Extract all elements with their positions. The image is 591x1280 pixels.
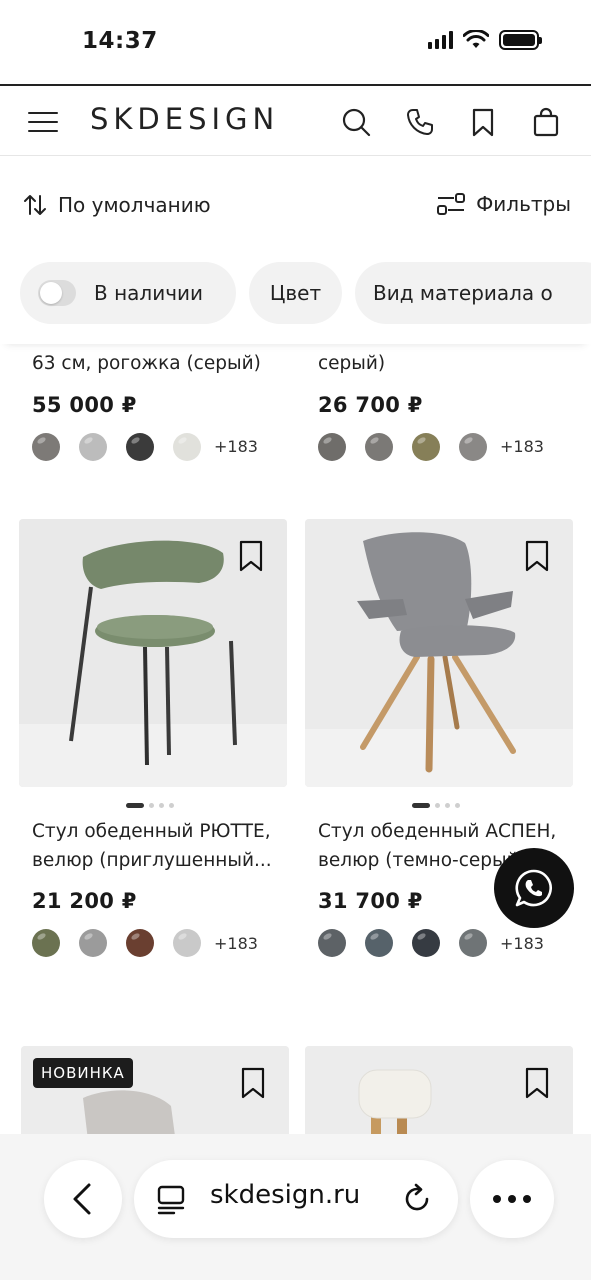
browser-back-button[interactable] [44,1160,122,1238]
whatsapp-icon [515,869,552,907]
sort-label: По умолчанию [58,193,211,217]
status-bar: 14:37 [0,0,591,84]
status-icons [428,30,542,50]
product-image[interactable]: НОВИНКА [21,1046,289,1134]
product-title[interactable]: Стул обеденный РЮТТЕ, велюр (приглушенны… [32,818,282,875]
wifi-icon [463,30,489,48]
material-chip-label: Вид материала о [373,281,553,305]
more-dots-icon [493,1195,531,1203]
color-swatch[interactable] [79,432,107,461]
bookmark-icon[interactable] [237,539,265,573]
color-swatch[interactable] [365,929,393,957]
color-swatches: +183 [318,432,586,461]
in-stock-toggle[interactable] [38,280,76,306]
color-swatch[interactable] [459,432,487,461]
phone-icon[interactable] [404,106,436,138]
filter-chips: В наличии Цвет Вид материала о [0,256,591,344]
sort-button[interactable]: По умолчанию [22,192,211,218]
product-card[interactable]: 63 см, рогожка (серый) 55 000 ₽ +183 [32,350,300,461]
chevron-left-icon [73,1183,91,1215]
more-colors-count[interactable]: +183 [214,934,258,953]
product-grid: 63 см, рогожка (серый) 55 000 ₽ +183 сер… [0,344,591,1134]
color-swatches: +183 [32,432,300,461]
color-chip-label: Цвет [269,281,322,305]
product-image[interactable] [19,519,287,787]
signal-icon [428,31,453,49]
color-swatch[interactable] [318,929,346,957]
browser-more-button[interactable] [470,1160,554,1238]
image-carousel-dots[interactable] [126,803,174,808]
url-text: skdesign.ru [210,1180,361,1210]
color-swatches: +183 [318,929,568,957]
address-bar[interactable]: skdesign.ru [134,1160,458,1238]
menu-icon[interactable] [28,110,60,132]
bookmark-icon[interactable] [467,106,499,138]
filter-sliders-icon [437,193,466,215]
status-time: 14:37 [82,28,158,54]
product-price: 26 700 ₽ [318,392,423,417]
bookmark-icon[interactable] [523,1066,551,1100]
product-image[interactable] [305,519,573,787]
product-image[interactable] [305,1046,573,1134]
filters-label: Фильтры [476,192,571,216]
color-swatch[interactable] [79,929,107,957]
more-colors-count[interactable]: +183 [500,934,544,953]
product-title[interactable]: 63 см, рогожка (серый) [32,350,300,379]
product-title[interactable]: серый) [318,350,586,379]
browser-toolbar: skdesign.ru [0,1134,591,1280]
color-swatch[interactable] [459,929,487,957]
sort-arrows-icon [24,195,46,215]
color-swatch[interactable] [173,929,201,957]
reader-icon [157,1185,185,1215]
product-card[interactable]: серый) 26 700 ₽ +183 [318,350,586,461]
material-chip[interactable]: Вид материала о [355,262,591,324]
bookmark-icon[interactable] [239,1066,267,1100]
whatsapp-button[interactable] [494,848,574,928]
color-swatch[interactable] [126,929,154,957]
sort-filter-row: По умолчанию Фильтры [0,156,591,256]
bag-icon[interactable] [530,106,562,138]
color-swatch[interactable] [412,929,440,957]
color-swatch[interactable] [32,929,60,957]
site-header: SKDESIGN [0,84,591,156]
color-swatch[interactable] [365,432,393,461]
search-icon[interactable] [340,106,372,138]
color-swatch[interactable] [173,432,201,461]
product-price: 21 200 ₽ [32,889,137,913]
new-badge: НОВИНКА [33,1058,133,1088]
color-swatch[interactable] [32,432,60,461]
reload-icon[interactable] [400,1182,434,1216]
site-logo[interactable]: SKDESIGN [90,102,279,136]
filters-button[interactable]: Фильтры [436,192,571,216]
in-stock-chip[interactable]: В наличии [20,262,236,324]
color-chip[interactable]: Цвет [249,262,342,324]
image-carousel-dots[interactable] [412,803,460,808]
product-card[interactable]: Стул обеденный РЮТТЕ, велюр (приглушенны… [32,818,282,957]
battery-icon [499,30,542,50]
more-colors-count[interactable]: +183 [214,437,258,456]
bookmark-icon[interactable] [523,539,551,573]
product-price: 55 000 ₽ [32,392,137,417]
color-swatch[interactable] [126,432,154,461]
color-swatch[interactable] [412,432,440,461]
more-colors-count[interactable]: +183 [500,437,544,456]
color-swatches: +183 [32,929,282,957]
in-stock-label: В наличии [94,281,204,305]
color-swatch[interactable] [318,432,346,461]
